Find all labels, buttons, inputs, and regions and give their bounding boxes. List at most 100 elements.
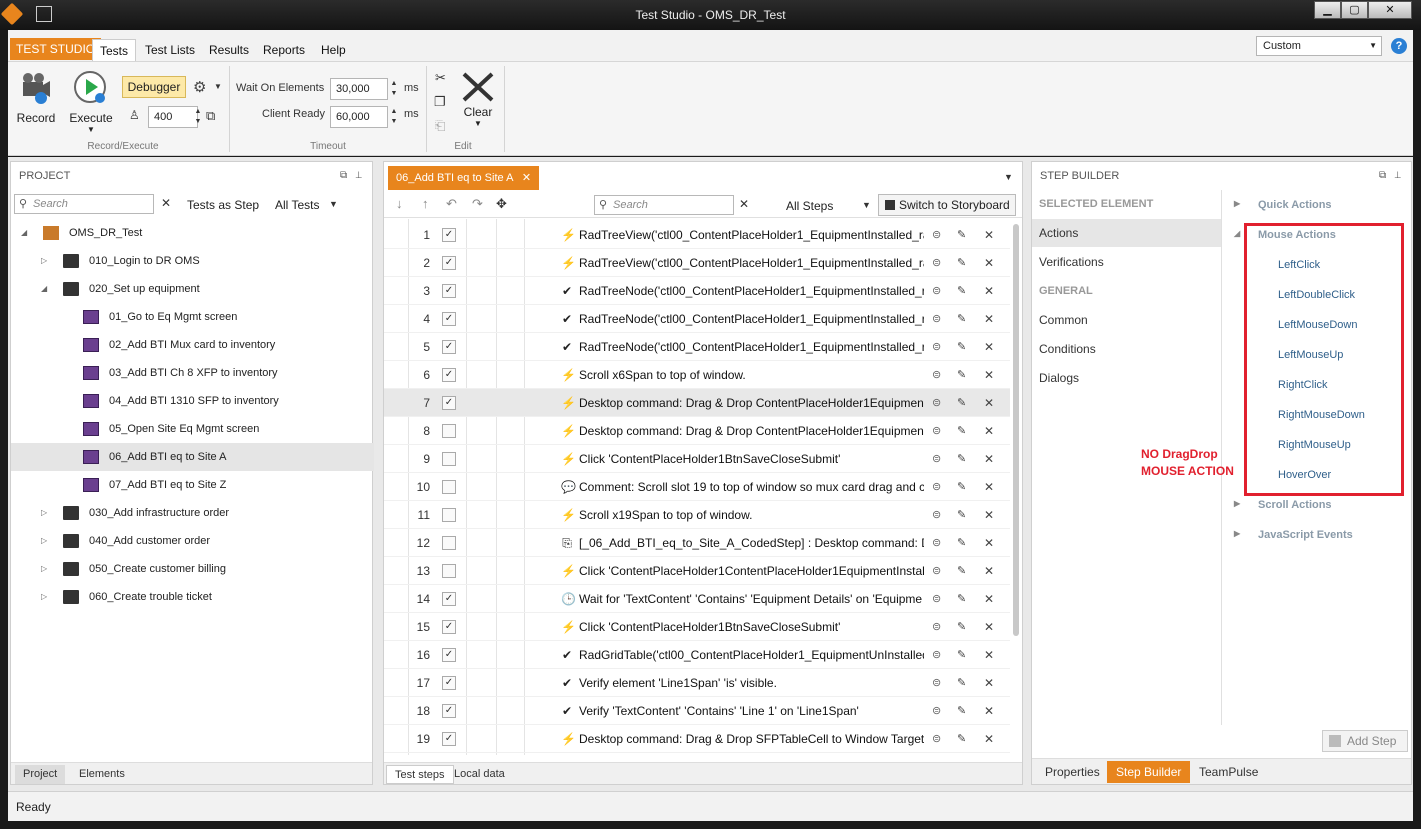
tree-item[interactable]: 05_Open Site Eq Mgmt screen xyxy=(11,415,374,443)
tree-item[interactable]: 01_Go to Eq Mgmt screen xyxy=(11,303,374,331)
tab-tests[interactable]: Tests xyxy=(92,39,137,61)
category-item[interactable]: Conditions xyxy=(1032,335,1221,363)
edit-step-icon[interactable]: ✎ xyxy=(957,641,966,669)
delete-step-icon[interactable]: ✕ xyxy=(984,221,994,249)
tab-list-dropdown-icon[interactable]: ▼ xyxy=(1004,172,1013,182)
tab-elements[interactable]: Elements xyxy=(71,765,133,784)
step-enabled-checkbox[interactable]: ✓ xyxy=(442,368,456,382)
step-row[interactable]: 3 ✓ ✔ RadTreeNode('ctl00_ContentPlaceHolder… xyxy=(384,277,1010,305)
panel-pin-icon[interactable]: ⧉ ⊥ xyxy=(1379,170,1401,181)
step-description[interactable]: RadTreeView('ctl00_ContentPlaceHolder1_E… xyxy=(579,221,924,249)
step-options-icon[interactable]: ⊜ xyxy=(932,361,941,389)
step-row[interactable]: 19 ✓ ⚡ Desktop command: Drag & Drop SFPTabl… xyxy=(384,725,1010,753)
step-options-icon[interactable]: ⊜ xyxy=(932,613,941,641)
delete-step-icon[interactable]: ✕ xyxy=(984,389,994,417)
step-enabled-checkbox[interactable]: ✓ xyxy=(442,732,456,746)
step-row[interactable]: 17 ✓ ✔ Verify element 'Line1Span' 'is' visi… xyxy=(384,669,1010,697)
delete-step-icon[interactable]: ✕ xyxy=(984,305,994,333)
category-item[interactable]: Common xyxy=(1032,306,1221,334)
step-row[interactable]: 4 ✓ ✔ RadTreeNode('ctl00_ContentPlaceHolder… xyxy=(384,305,1010,333)
chevron-down-icon[interactable]: ▼ xyxy=(329,199,338,209)
steps-search-input[interactable]: ⚲ Search xyxy=(594,195,734,215)
edit-step-icon[interactable]: ✎ xyxy=(957,697,966,725)
collapse-icon[interactable]: ◢ xyxy=(21,219,27,247)
step-row[interactable]: 14 ✓ 🕒 Wait for 'TextContent' 'Contains' 'E… xyxy=(384,585,1010,613)
step-enabled-checkbox[interactable] xyxy=(442,480,456,494)
step-description[interactable]: RadTreeNode('ctl00_ContentPlaceHolder1_E… xyxy=(579,333,924,361)
step-row[interactable]: 18 ✓ ✔ Verify 'TextContent' 'Contains' 'Lin… xyxy=(384,697,1010,725)
delete-step-icon[interactable]: ✕ xyxy=(984,277,994,305)
step-enabled-checkbox[interactable] xyxy=(442,536,456,550)
delete-step-icon[interactable]: ✕ xyxy=(984,613,994,641)
tree-item[interactable]: ▷ 030_Add infrastructure order xyxy=(11,499,374,527)
edit-step-icon[interactable]: ✎ xyxy=(957,557,966,585)
delete-step-icon[interactable]: ✕ xyxy=(984,361,994,389)
tests-as-step-toggle[interactable]: Tests as Step xyxy=(187,198,259,212)
step-enabled-checkbox[interactable] xyxy=(442,564,456,578)
step-options-icon[interactable]: ⊜ xyxy=(932,221,941,249)
edit-step-icon[interactable]: ✎ xyxy=(957,585,966,613)
redo-icon[interactable]: ↷ xyxy=(472,196,483,212)
edit-step-icon[interactable]: ✎ xyxy=(957,389,966,417)
steps-filter[interactable]: All Steps xyxy=(786,199,833,213)
javascript-events-category[interactable]: ▶ JavaScript Events xyxy=(1234,529,1353,541)
step-enabled-checkbox[interactable]: ✓ xyxy=(442,704,456,718)
delete-step-icon[interactable]: ✕ xyxy=(984,333,994,361)
category-item[interactable]: Dialogs xyxy=(1032,364,1221,392)
step-row[interactable]: 1 ✓ ⚡ RadTreeView('ctl00_ContentPlaceHolder… xyxy=(384,221,1010,249)
settings-gear-icon[interactable]: ⚙ xyxy=(193,78,206,96)
step-options-icon[interactable]: ⊜ xyxy=(932,529,941,557)
step-options-icon[interactable]: ⊜ xyxy=(932,585,941,613)
move-up-icon[interactable]: ↑ xyxy=(422,196,429,211)
step-row[interactable]: 12 ⎘ [_06_Add_BTI_eq_to_Site_A_CodedStep] … xyxy=(384,529,1010,557)
switch-to-storyboard-button[interactable]: Switch to Storyboard xyxy=(878,194,1016,216)
edit-step-icon[interactable]: ✎ xyxy=(957,333,966,361)
tab-local-data[interactable]: Local data xyxy=(446,765,513,784)
add-step-button[interactable]: Add Step xyxy=(1322,730,1408,752)
step-description[interactable]: RadTreeView('ctl00_ContentPlaceHolder1_E… xyxy=(579,249,924,277)
step-enabled-checkbox[interactable] xyxy=(442,424,456,438)
all-tests-filter[interactable]: All Tests xyxy=(275,198,319,212)
tree-item[interactable]: ▷ 060_Create trouble ticket xyxy=(11,583,374,611)
tree-item[interactable]: 06_Add BTI eq to Site A xyxy=(11,443,374,471)
step-options-icon[interactable]: ⊜ xyxy=(932,725,941,753)
record-button[interactable]: Record xyxy=(14,70,58,125)
step-enabled-checkbox[interactable]: ✓ xyxy=(442,256,456,270)
step-row[interactable]: 5 ✓ ✔ RadTreeNode('ctl00_ContentPlaceHolder… xyxy=(384,333,1010,361)
step-options-icon[interactable]: ⊜ xyxy=(932,669,941,697)
collapse-icon[interactable]: ◢ xyxy=(41,275,47,303)
expand-icon[interactable]: ▷ xyxy=(41,247,47,275)
layout-select[interactable]: Custom ▼ xyxy=(1256,36,1382,56)
step-options-icon[interactable]: ⊜ xyxy=(932,389,941,417)
delete-step-icon[interactable]: ✕ xyxy=(984,641,994,669)
step-options-icon[interactable]: ⊜ xyxy=(932,305,941,333)
close-window-button[interactable]: ✕ xyxy=(1368,1,1412,19)
edit-step-icon[interactable]: ✎ xyxy=(957,221,966,249)
step-row[interactable]: 9 ⚡ Click 'ContentPlaceHolder1BtnSaveClose… xyxy=(384,445,1010,473)
tab-reports[interactable]: Reports xyxy=(256,39,312,61)
help-icon[interactable]: ? xyxy=(1391,38,1407,54)
step-description[interactable]: Click 'ContentPlaceHolder1BtnSaveCloseSu… xyxy=(579,613,924,641)
edit-step-icon[interactable]: ✎ xyxy=(957,277,966,305)
step-row[interactable]: 13 ⚡ Click 'ContentPlaceHolder1ContentPlac… xyxy=(384,557,1010,585)
step-description[interactable]: Verify element 'Line1Span' 'is' visible. xyxy=(579,669,924,697)
step-enabled-checkbox[interactable]: ✓ xyxy=(442,676,456,690)
step-options-icon[interactable]: ⊜ xyxy=(932,333,941,361)
edit-step-icon[interactable]: ✎ xyxy=(957,445,966,473)
category-item[interactable]: Actions xyxy=(1032,219,1221,247)
execute-button[interactable]: Execute ▼ xyxy=(68,70,114,134)
tab-step-builder[interactable]: Step Builder xyxy=(1107,761,1191,783)
step-options-icon[interactable]: ⊜ xyxy=(932,417,941,445)
expand-icon[interactable]: ▷ xyxy=(41,527,47,555)
clear-dropdown-icon[interactable]: ▼ xyxy=(458,119,498,128)
tab-teampulse[interactable]: TeamPulse xyxy=(1190,761,1267,783)
step-enabled-checkbox[interactable]: ✓ xyxy=(442,312,456,326)
wait-on-elements-spinner[interactable]: ▲ ▼ xyxy=(388,79,400,101)
close-tab-icon[interactable]: ✕ xyxy=(522,172,531,184)
paste-icon[interactable]: ⎗ xyxy=(435,118,445,134)
client-ready-input[interactable]: 60,000 xyxy=(330,106,388,128)
step-row[interactable]: 15 ✓ ⚡ Click 'ContentPlaceHolder1BtnSaveClo… xyxy=(384,613,1010,641)
delete-step-icon[interactable]: ✕ xyxy=(984,669,994,697)
step-options-icon[interactable]: ⊜ xyxy=(932,473,941,501)
tab-test-lists[interactable]: Test Lists xyxy=(138,39,202,61)
